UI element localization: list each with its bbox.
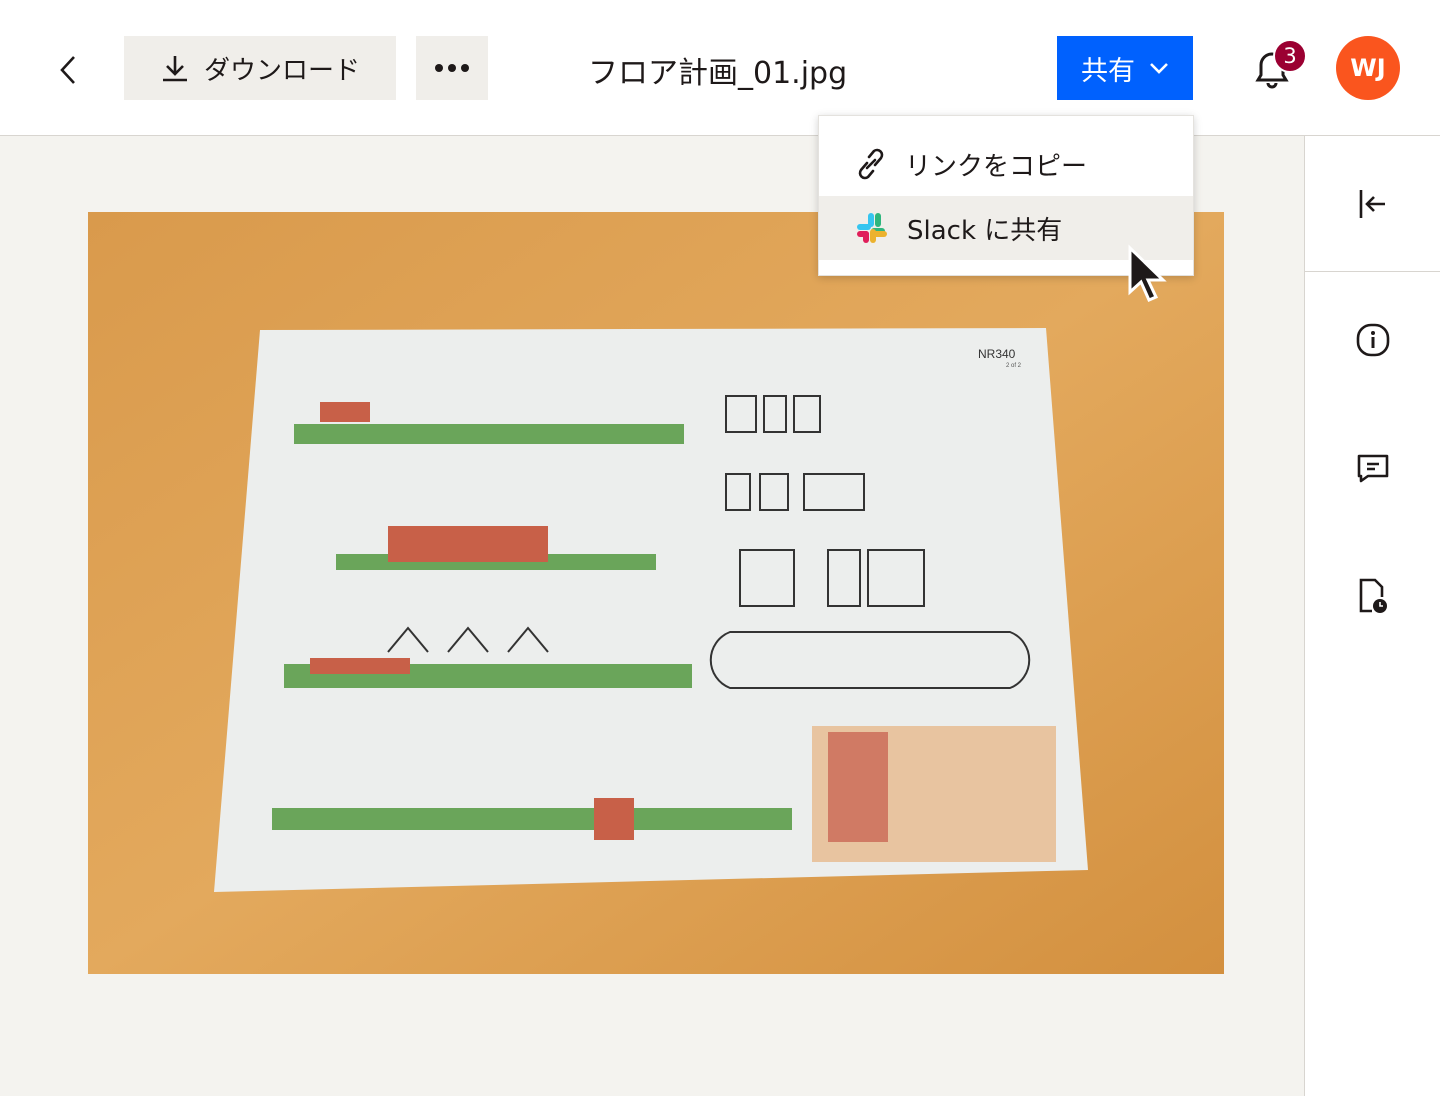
download-icon — [162, 56, 187, 82]
download-button[interactable]: ダウンロード — [124, 36, 396, 100]
file-name: フロア計画_01.jpg — [588, 56, 848, 91]
collapse-panel-icon — [1359, 189, 1385, 218]
back-button[interactable] — [50, 50, 86, 90]
comments-button[interactable] — [1353, 448, 1393, 488]
menu-item-copy-link[interactable]: リンクをコピー — [819, 132, 1193, 196]
file-history-button[interactable] — [1353, 576, 1393, 616]
notification-badge: 3 — [1273, 39, 1307, 73]
slack-icon — [857, 213, 887, 243]
chevron-down-icon — [1150, 63, 1168, 74]
chevron-left-icon — [60, 56, 75, 84]
more-options-button[interactable] — [416, 36, 488, 100]
mouse-cursor-icon — [1128, 244, 1167, 302]
share-label: 共有 — [1081, 55, 1135, 87]
share-button[interactable]: 共有 — [1057, 36, 1193, 100]
menu-item-label: リンクをコピー — [905, 151, 1088, 182]
link-icon — [858, 148, 884, 180]
info-button[interactable] — [1353, 320, 1393, 360]
collapse-panel-button[interactable] — [1305, 136, 1440, 272]
ellipsis-icon — [435, 64, 469, 72]
menu-item-label: Slack に共有 — [907, 215, 1063, 246]
download-label: ダウンロード — [203, 55, 360, 86]
comment-icon — [1357, 454, 1389, 483]
right-sidebar — [1304, 136, 1440, 1096]
sheet-page: 2 of 2 — [1006, 363, 1022, 369]
image-preview: NR340 2 of 2 — [88, 212, 1224, 974]
file-history-icon — [1359, 578, 1387, 613]
top-bar: ダウンロード フロア計画_01.jpg 共有 3 WJ — [0, 0, 1440, 136]
info-icon — [1356, 323, 1390, 357]
avatar[interactable]: WJ — [1336, 36, 1400, 100]
sheet-code: NR340 — [978, 347, 1016, 361]
